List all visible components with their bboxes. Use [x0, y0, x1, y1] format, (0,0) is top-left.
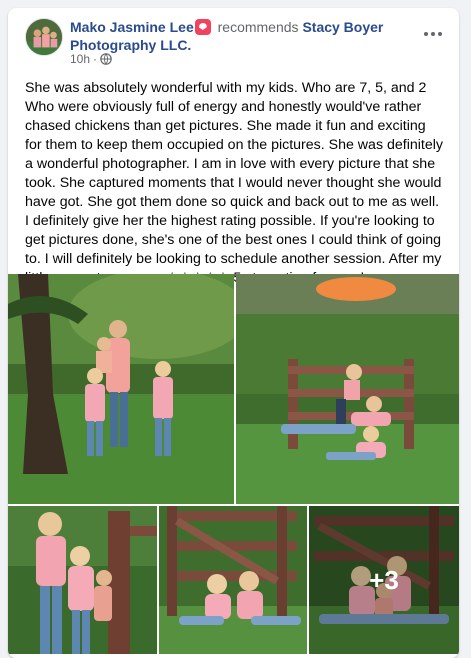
post-header: Mako Jasmine Lee recommends Stacy Boyer …	[8, 8, 459, 70]
meta-separator: ·	[93, 52, 98, 66]
photo-kids-at-fence[interactable]	[236, 274, 459, 504]
more-photos-count[interactable]: +3	[309, 506, 459, 654]
recommends-label: recommends	[217, 19, 299, 35]
photo-girls-sitting[interactable]	[159, 506, 307, 654]
author-name[interactable]: Mako Jasmine Lee	[70, 19, 194, 35]
post-time[interactable]: 10h	[70, 52, 90, 66]
photo-grid: +3	[8, 274, 459, 654]
avatar[interactable]	[25, 18, 63, 56]
post-meta: 10h ·	[70, 52, 112, 66]
more-options-icon[interactable]	[421, 22, 445, 46]
globe-icon[interactable]	[100, 53, 112, 65]
recommend-badge-icon	[194, 19, 211, 35]
photo-family-standing[interactable]	[8, 274, 234, 504]
post-text: She was absolutely wonderful with my kid…	[25, 80, 443, 286]
photo-girls-by-post[interactable]	[8, 506, 157, 654]
photo-more[interactable]: +3	[309, 506, 459, 654]
post-headline: Mako Jasmine Lee recommends Stacy Boyer …	[70, 18, 400, 54]
post-card: Mako Jasmine Lee recommends Stacy Boyer …	[8, 8, 459, 658]
